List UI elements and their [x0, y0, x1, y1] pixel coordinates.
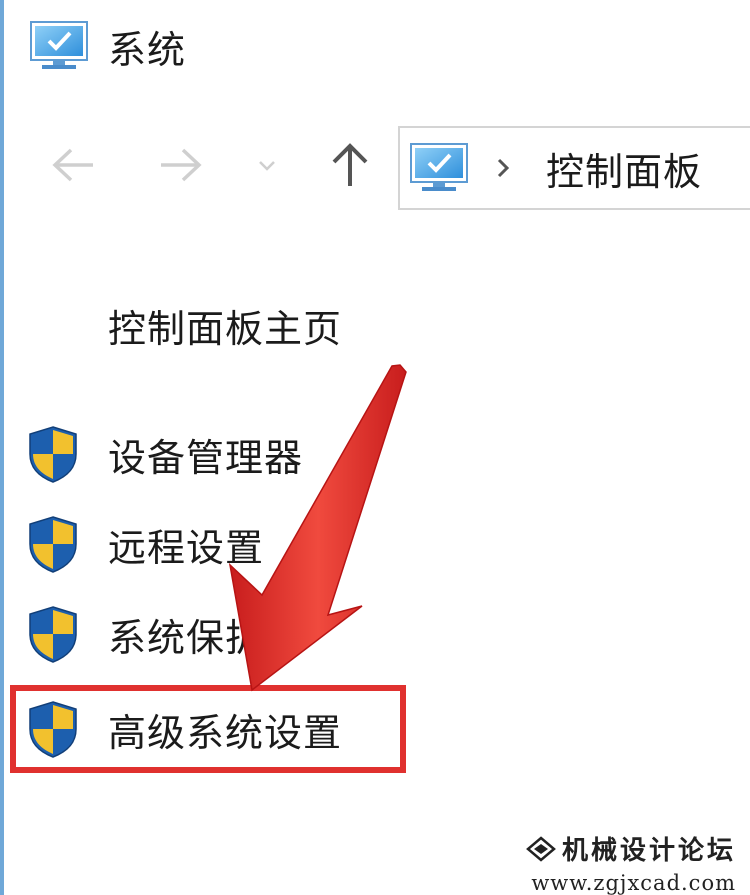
watermark-title: 机械设计论坛	[526, 830, 736, 867]
sidebar-item-remote-settings[interactable]: 远程设置	[26, 512, 264, 576]
arrow-right-icon	[161, 148, 202, 182]
sidebar-item-device-manager[interactable]: 设备管理器	[26, 422, 303, 486]
watermark-url: www.zgjxcad.com	[531, 871, 736, 895]
highlight-box	[10, 685, 406, 773]
monitor-icon	[410, 143, 468, 191]
uac-shield-icon	[29, 426, 77, 483]
back-button[interactable]	[44, 140, 102, 190]
title-bar: 系统	[28, 18, 186, 74]
uac-shield-icon	[29, 606, 77, 663]
recent-locations-button[interactable]	[252, 146, 282, 186]
monitor-icon	[30, 21, 88, 69]
sidebar-item-label: 远程设置	[108, 525, 265, 570]
watermark-name: 机械设计论坛	[561, 836, 736, 866]
sidebar-item-label: 系统保护	[108, 615, 265, 660]
address-bar[interactable]: 控制面板	[398, 126, 750, 210]
navigation-bar: 控制面板	[0, 118, 750, 214]
uac-shield-icon	[29, 516, 77, 573]
chevron-down-icon	[259, 161, 275, 171]
breadcrumb-separator[interactable]	[496, 153, 516, 183]
arrow-left-icon	[52, 148, 93, 182]
window-title: 系统	[108, 27, 187, 72]
control-panel-home-link[interactable]: 控制面板主页	[108, 298, 342, 353]
sidebar-item-system-protection[interactable]: 系统保护	[26, 602, 264, 666]
watermark: 机械设计论坛 www.zgjxcad.com	[526, 830, 736, 895]
site-logo-icon	[526, 835, 556, 862]
forward-button[interactable]	[152, 140, 210, 190]
breadcrumb-control-panel[interactable]: 控制面板	[546, 141, 702, 196]
up-button[interactable]	[322, 134, 378, 196]
system-window: 系统 控制面板 控制面板主页 设备管理器 远程设置 系统保护 高级系统设置 机械…	[0, 0, 750, 895]
arrow-up-icon	[332, 143, 368, 186]
sidebar-item-label: 设备管理器	[108, 435, 304, 480]
chevron-right-icon	[497, 158, 510, 178]
